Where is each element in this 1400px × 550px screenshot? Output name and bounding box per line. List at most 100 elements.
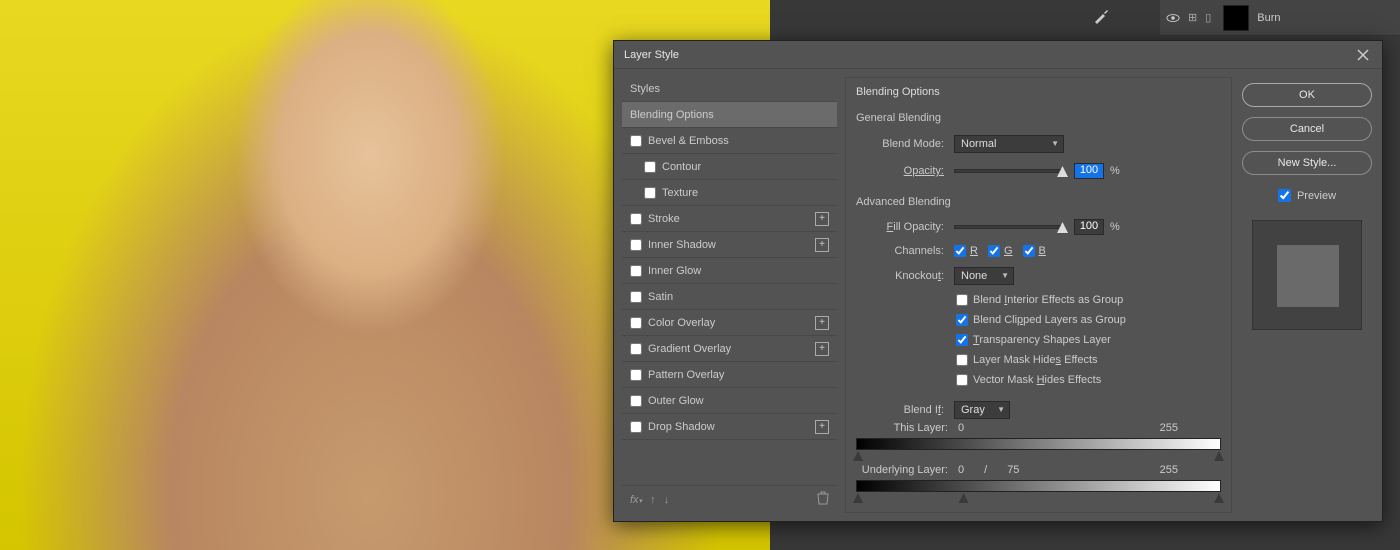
blending-options-pane: Blending Options General Blending Blend … [845,77,1232,513]
slider-handle-high[interactable] [1214,493,1224,503]
this-layer-gradient[interactable] [856,438,1221,450]
effect-gradient-overlay[interactable]: Gradient Overlay + [622,336,837,362]
effect-texture[interactable]: Texture [622,180,837,206]
effect-bevel-emboss[interactable]: Bevel & Emboss [622,128,837,154]
chevron-down-icon: ▼ [1001,271,1009,280]
brush-icon[interactable] [1087,4,1115,28]
effect-outer-glow[interactable]: Outer Glow [622,388,837,414]
effect-checkbox[interactable] [644,187,656,199]
vector-mask-hides-checkbox[interactable] [956,374,968,386]
effect-checkbox[interactable] [630,421,642,433]
effect-inner-glow[interactable]: Inner Glow [622,258,837,284]
opacity-input[interactable]: 100 [1074,163,1104,179]
effect-label: Gradient Overlay [648,343,731,355]
blend-mode-label: Blend Mode: [856,138,948,150]
effect-inner-shadow[interactable]: Inner Shadow + [622,232,837,258]
fill-opacity-input[interactable]: 100 [1074,219,1104,235]
blend-interior-checkbox[interactable] [956,294,968,306]
knockout-dropdown[interactable]: None ▼ [954,267,1014,285]
layer-row[interactable]: ⊞ ▯ Burn [1160,0,1400,36]
effect-label: Stroke [648,213,680,225]
close-icon[interactable] [1354,46,1372,64]
effect-checkbox[interactable] [630,369,642,381]
effect-checkbox[interactable] [630,265,642,277]
blend-if-label: Blend If: [856,404,948,416]
this-layer-high: 255 [1160,422,1178,434]
effect-checkbox[interactable] [630,395,642,407]
channel-r-checkbox[interactable] [954,245,966,257]
under-low: 0 [958,464,964,476]
this-layer-low: 0 [958,422,964,434]
check-label: Layer Mask Hides Effects [973,354,1098,366]
under-high: 255 [1160,464,1178,476]
effects-header: Styles [622,77,837,102]
effect-checkbox[interactable] [630,239,642,251]
dialog-titlebar[interactable]: Layer Style [614,41,1382,69]
effects-list: Styles Blending Options Bevel & Emboss C… [622,77,837,513]
opacity-slider[interactable] [954,169,1064,173]
dialog-title: Layer Style [624,49,679,61]
channel-b-checkbox[interactable] [1023,245,1035,257]
new-style-button[interactable]: New Style... [1242,151,1372,175]
layers-panel: ⊞ ▯ Burn [1160,0,1400,36]
fx-icon[interactable]: fx▾ [630,494,642,506]
transparency-shapes-checkbox[interactable] [956,334,968,346]
effect-blending-options[interactable]: Blending Options [622,102,837,128]
blend-if-dropdown[interactable]: Gray ▼ [954,401,1010,419]
chevron-down-icon: ▼ [997,405,1005,414]
ok-button[interactable]: OK [1242,83,1372,107]
effect-checkbox[interactable] [630,213,642,225]
trash-icon[interactable] [817,491,829,508]
move-down-icon[interactable]: ↓ [664,494,670,506]
effect-contour[interactable]: Contour [622,154,837,180]
slider-handle-high[interactable] [1214,451,1224,461]
advanced-blending-label: Advanced Blending [856,196,1221,208]
slider-handle-low[interactable] [853,451,863,461]
effect-label: Outer Glow [648,395,704,407]
move-up-icon[interactable]: ↑ [650,494,656,506]
effects-footer: fx▾ ↑ ↓ [622,485,837,513]
preview-checkbox[interactable] [1278,189,1291,202]
effect-label: Color Overlay [648,317,715,329]
add-instance-icon[interactable]: + [815,212,829,226]
chevron-down-icon: ▼ [1051,139,1059,148]
effect-checkbox[interactable] [630,317,642,329]
layer-link-icon[interactable]: ⊞ [1188,11,1197,24]
slider-handle-low[interactable] [853,493,863,503]
layer-mask-hides-checkbox[interactable] [956,354,968,366]
effect-checkbox[interactable] [630,343,642,355]
preview-swatch [1252,220,1362,330]
effect-label: Inner Glow [648,265,701,277]
add-instance-icon[interactable]: + [815,420,829,434]
effect-satin[interactable]: Satin [622,284,837,310]
add-instance-icon[interactable]: + [815,316,829,330]
effect-color-overlay[interactable]: Color Overlay + [622,310,837,336]
under-split: / [984,464,987,476]
layer-style-dialog: Layer Style Styles Blending Options Beve… [613,40,1383,522]
effect-checkbox[interactable] [630,291,642,303]
visibility-icon[interactable] [1166,11,1180,25]
underlying-gradient[interactable] [856,480,1221,492]
effect-pattern-overlay[interactable]: Pattern Overlay [622,362,837,388]
slider-handle-split[interactable] [959,493,969,503]
dialog-buttons: OK Cancel New Style... Preview [1240,77,1374,513]
layer-label: Burn [1257,12,1280,24]
add-instance-icon[interactable]: + [815,342,829,356]
blend-mode-dropdown[interactable]: Normal ▼ [954,135,1064,153]
layer-thumbnail[interactable] [1223,5,1249,31]
effect-drop-shadow[interactable]: Drop Shadow + [622,414,837,440]
layer-mask-icon[interactable]: ▯ [1205,11,1211,24]
opacity-suffix: % [1110,165,1120,177]
effect-checkbox[interactable] [630,135,642,147]
effect-checkbox[interactable] [644,161,656,173]
cancel-button[interactable]: Cancel [1242,117,1372,141]
add-instance-icon[interactable]: + [815,238,829,252]
check-label: Transparency Shapes Layer [973,334,1111,346]
under-mid: 75 [1007,464,1019,476]
fill-opacity-slider[interactable] [954,225,1064,229]
preview-label: Preview [1297,190,1336,202]
effect-stroke[interactable]: Stroke + [622,206,837,232]
blend-clipped-checkbox[interactable] [956,314,968,326]
channel-g-checkbox[interactable] [988,245,1000,257]
check-label: Blend Interior Effects as Group [973,294,1123,306]
